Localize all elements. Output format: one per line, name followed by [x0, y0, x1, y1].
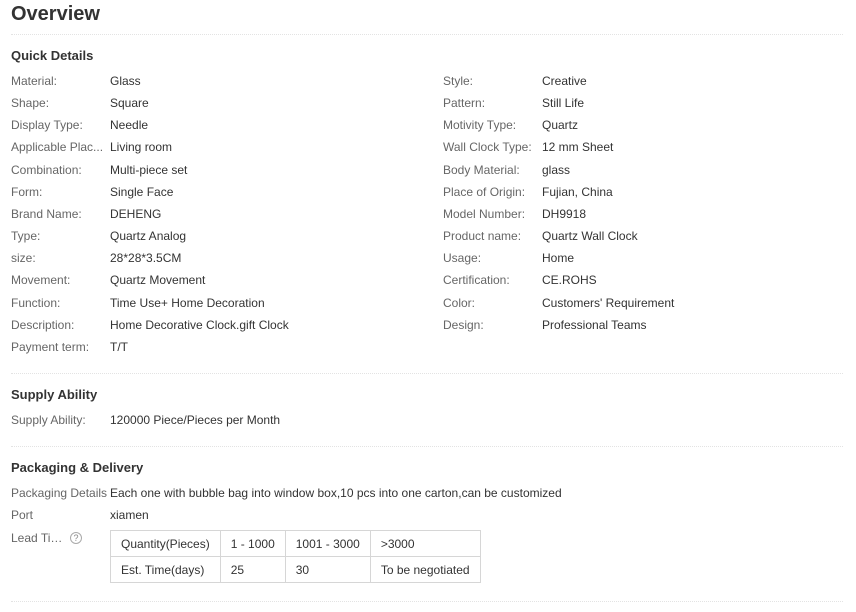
detail-value: Home: [542, 251, 575, 265]
detail-value: Still Life: [542, 96, 585, 110]
port-label: Port: [11, 508, 34, 522]
page-title: Overview: [11, 3, 100, 25]
packaging-details-label: Packaging Details: [11, 486, 108, 500]
detail-value: Quartz: [542, 118, 579, 132]
packaging-details-value: Each one with bubble bag into window box…: [110, 486, 562, 500]
detail-label: Place of Origin:: [443, 185, 526, 199]
table-cell: To be negotiated: [369, 556, 481, 583]
detail-value: Living room: [110, 140, 173, 154]
detail-label: Material:: [11, 74, 58, 88]
detail-label: Payment term:: [11, 340, 90, 354]
detail-label: Certification:: [443, 273, 510, 287]
table-cell: >3000: [369, 530, 481, 557]
detail-label: Model Number:: [443, 207, 526, 221]
detail-value: Needle: [110, 118, 149, 132]
detail-value: Creative: [542, 74, 587, 88]
detail-value: DEHENG: [110, 207, 162, 221]
detail-value: Quartz Movement: [110, 273, 206, 287]
detail-value: 12 mm Sheet: [542, 140, 614, 154]
detail-label: Product name:: [443, 229, 522, 243]
supply-ability-value: 120000 Piece/Pieces per Month: [110, 413, 281, 427]
detail-value: Home Decorative Clock.gift Clock: [110, 318, 289, 332]
lead-time-table: Quantity(Pieces) 1 - 1000 1001 - 3000 >3…: [110, 530, 481, 583]
detail-label: Function:: [11, 296, 61, 310]
detail-value: Time Use+ Home Decoration: [110, 296, 265, 310]
divider: [11, 601, 843, 602]
divider: [11, 373, 843, 374]
detail-label: Design:: [443, 318, 484, 332]
section-title-supply-ability: Supply Ability: [11, 387, 98, 402]
divider: [11, 446, 843, 447]
detail-value: Quartz Wall Clock: [542, 229, 638, 243]
detail-label: Wall Clock Type:: [443, 140, 532, 154]
section-title-quick-details: Quick Details: [11, 48, 94, 63]
detail-label: Display Type:: [11, 118, 83, 132]
detail-label: Form:: [11, 185, 43, 199]
detail-value: Professional Teams: [542, 318, 647, 332]
detail-value: Square: [110, 96, 149, 110]
supply-ability-label: Supply Ability:: [11, 413, 86, 427]
detail-value: Customers' Requirement: [542, 296, 675, 310]
detail-label: Applicable Plac...: [11, 140, 104, 154]
help-circle-icon[interactable]: ?: [70, 532, 82, 544]
detail-label: Type:: [11, 229, 41, 243]
lead-time-row: Lead Time ?: [11, 529, 101, 547]
detail-label: Style:: [443, 74, 474, 88]
section-title-packaging-delivery: Packaging & Delivery: [11, 460, 144, 475]
detail-label: Brand Name:: [11, 207, 82, 221]
detail-value: Quartz Analog: [110, 229, 187, 243]
detail-value: Glass: [110, 74, 141, 88]
detail-label: Body Material:: [443, 163, 520, 177]
detail-label: Movement:: [11, 273, 71, 287]
divider: [11, 34, 843, 35]
detail-label: Shape:: [11, 96, 50, 110]
table-cell: 30: [284, 556, 371, 583]
detail-label: Color:: [443, 296, 476, 310]
port-value: xiamen: [110, 508, 149, 522]
detail-value: 28*28*3.5CM: [110, 251, 182, 265]
detail-value: CE.ROHS: [542, 273, 597, 287]
lead-time-label: Lead Time: [11, 531, 67, 545]
detail-value: DH9918: [542, 207, 587, 221]
detail-label: Pattern:: [443, 96, 486, 110]
detail-value: Fujian, China: [542, 185, 613, 199]
detail-label: size:: [11, 251, 36, 265]
detail-value: glass: [542, 163, 571, 177]
table-row: Est. Time(days) 25 30 To be negotiated: [110, 556, 481, 583]
detail-label: Motivity Type:: [443, 118, 517, 132]
detail-label: Combination:: [11, 163, 82, 177]
detail-value: Multi-piece set: [110, 163, 188, 177]
table-cell: Est. Time(days): [110, 556, 221, 583]
table-cell: 1 - 1000: [219, 530, 286, 557]
detail-value: Single Face: [110, 185, 174, 199]
table-cell: Quantity(Pieces): [110, 530, 221, 557]
table-row: Quantity(Pieces) 1 - 1000 1001 - 3000 >3…: [110, 530, 481, 557]
detail-label: Usage:: [443, 251, 482, 265]
detail-label: Description:: [11, 318, 75, 332]
table-cell: 1001 - 3000: [284, 530, 371, 557]
detail-value: T/T: [110, 340, 128, 354]
table-cell: 25: [219, 556, 286, 583]
